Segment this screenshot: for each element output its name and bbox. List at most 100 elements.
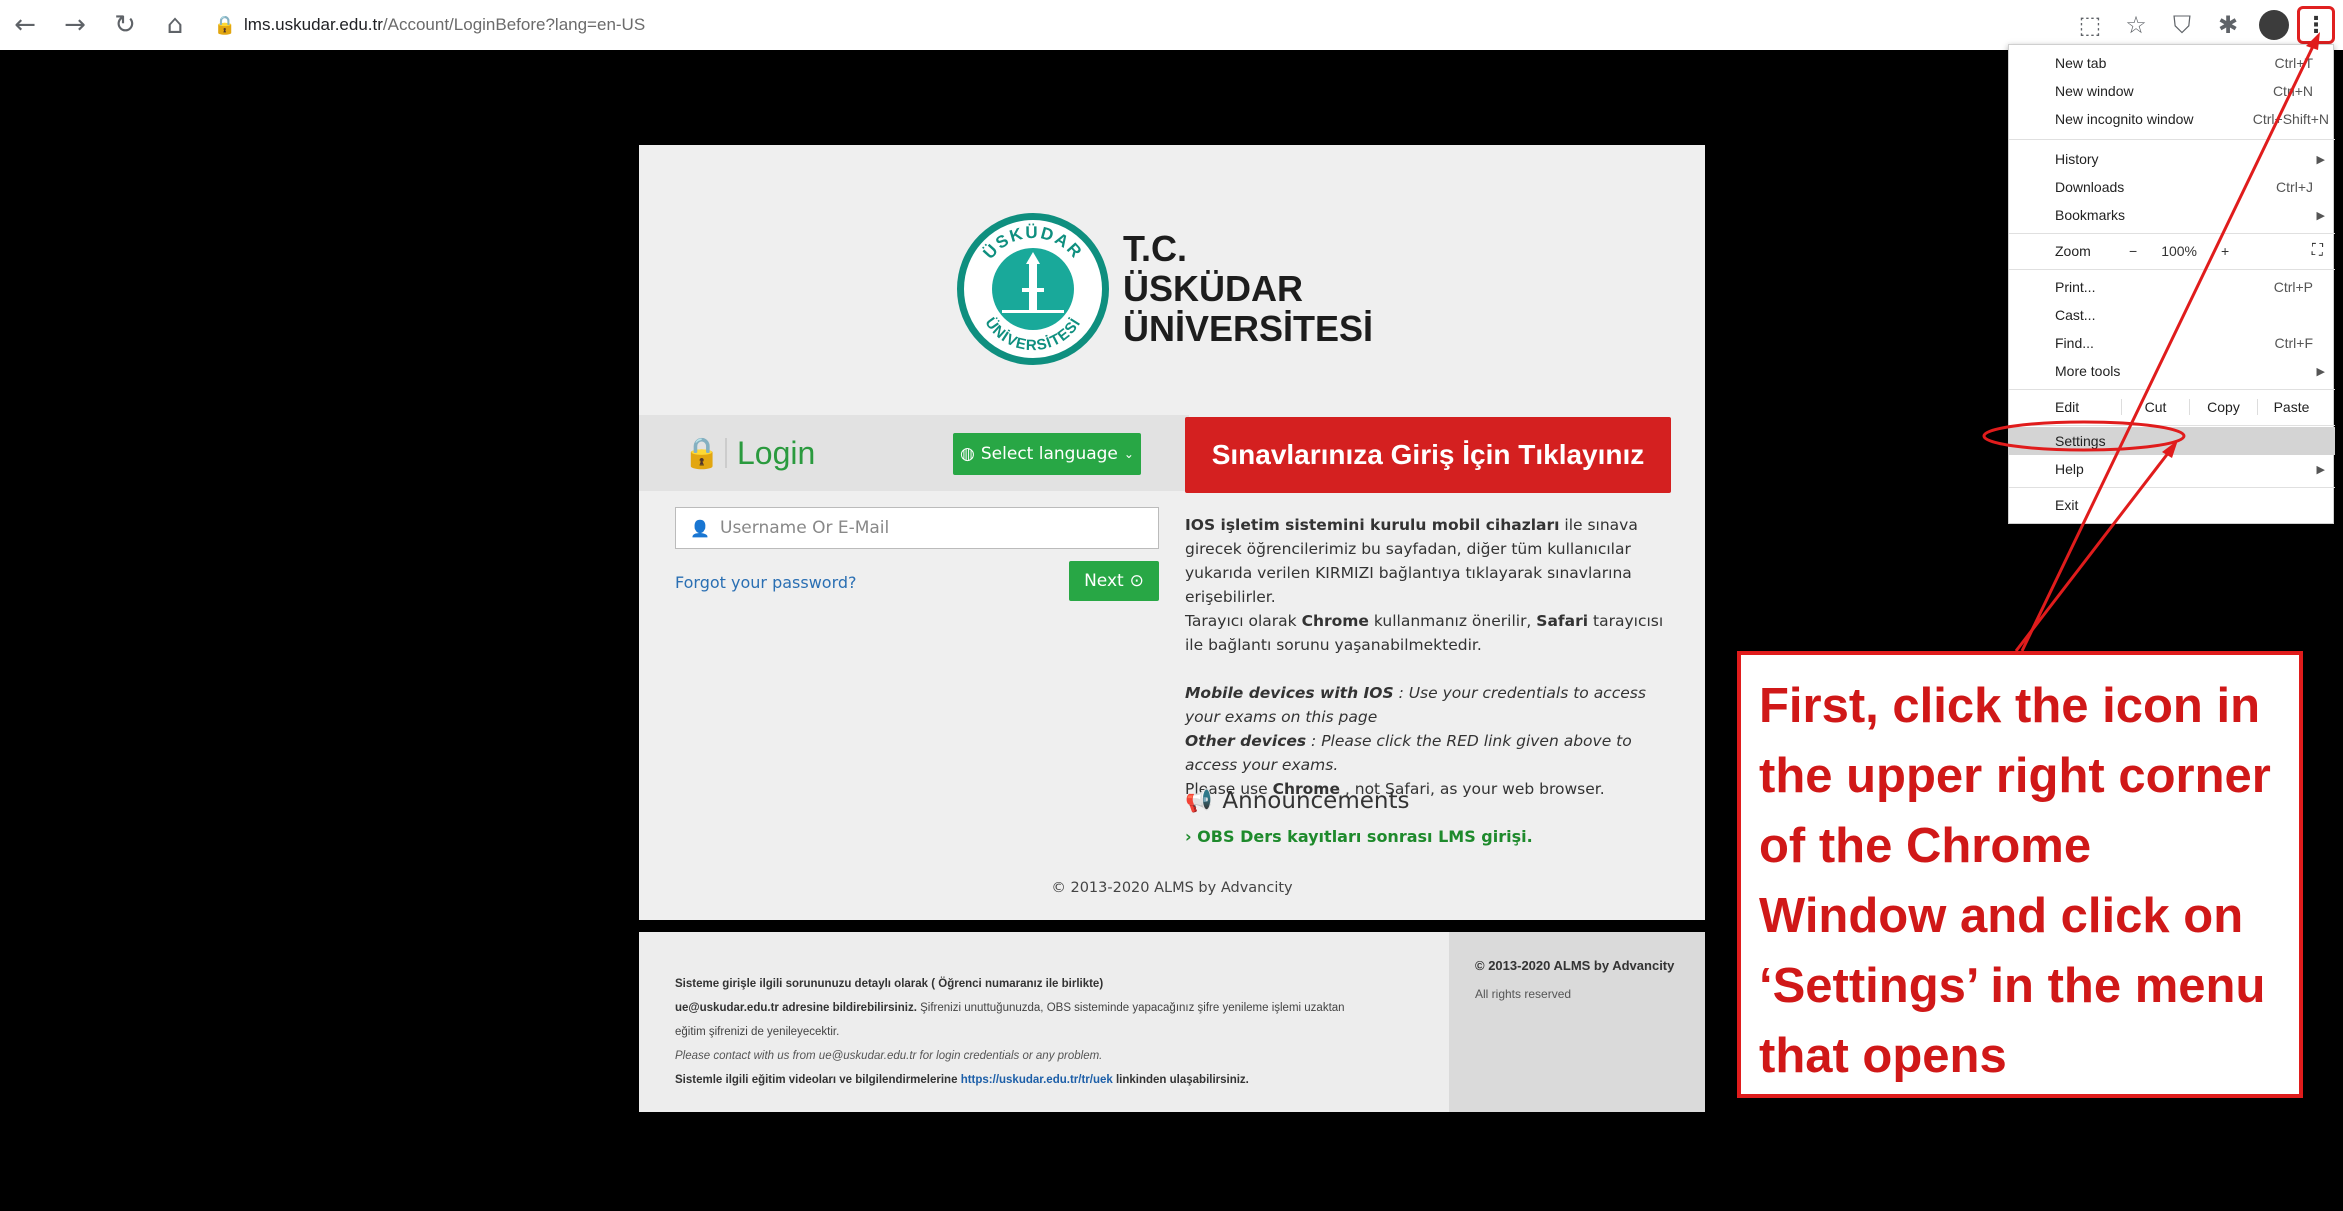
username-field[interactable]: 👤 <box>675 507 1159 549</box>
info-bold: Mobile devices with IOS <box>1185 684 1394 702</box>
toolbar-right: ⬚ ☆ ⛉ ✱ ⋮ <box>2067 0 2343 50</box>
menu-item-exit[interactable]: Exit <box>2009 491 2335 519</box>
next-button[interactable]: Next ⊙ <box>1069 561 1159 601</box>
footer-email-bold: ue@uskudar.edu.tr adresine bildirebilirs… <box>675 1002 917 1014</box>
user-icon: 👤 <box>690 518 710 538</box>
menu-label: History <box>2055 151 2099 167</box>
card-copyright: © 2013-2020 ALMS by Advancity <box>1051 880 1293 896</box>
info-text-span: kullanmanız önerilir, <box>1368 612 1537 630</box>
copy-button[interactable]: Copy <box>2189 399 2257 415</box>
chrome-menu-kebab-icon[interactable]: ⋮ <box>2297 6 2335 44</box>
info-bold: Safari <box>1536 612 1589 630</box>
menu-label: New window <box>2055 83 2134 99</box>
zoom-in-button[interactable]: + <box>2221 243 2229 259</box>
paste-button[interactable]: Paste <box>2257 399 2325 415</box>
announcement-link[interactable]: › OBS Ders kayıtları sonrası LMS girişi. <box>1185 827 1533 846</box>
edit-controls: Cut Copy Paste <box>2121 399 2325 415</box>
menu-label: Find... <box>2055 335 2094 351</box>
menu-label: More tools <box>2055 363 2121 379</box>
menu-item-help[interactable]: Help ▶ <box>2009 455 2335 483</box>
menu-item-new-window[interactable]: New window Ctrl+N <box>2009 77 2335 105</box>
menu-item-new-incognito[interactable]: New incognito window Ctrl+Shift+N <box>2009 105 2335 133</box>
site-footer: Sisteme girişle ilgili sorununuzu detayl… <box>639 932 1705 1112</box>
menu-shortcut: Ctrl+T <box>2274 55 2314 71</box>
url-path: /Account/LoginBefore?lang=en-US <box>382 15 646 34</box>
info-text: IOS işletim sistemini kurulu mobil cihaz… <box>1185 513 1685 801</box>
select-language-button[interactable]: ◍ Select language ⌄ <box>953 433 1141 475</box>
footer-line-1: Sisteme girişle ilgili sorununuzu detayl… <box>675 978 1104 990</box>
footer-line-3: eğitim şifrenizi de yenileyecektir. <box>675 1026 840 1038</box>
zoom-controls: − 100% + <box>2129 243 2229 259</box>
logo-line-2: ÜSKÜDAR <box>1123 268 1303 309</box>
menu-label: Settings <box>2055 433 2106 449</box>
back-arrow-icon[interactable]: ← <box>0 0 50 50</box>
chrome-menu: New tab Ctrl+T New window Ctrl+N New incog… <box>2008 44 2335 524</box>
footer-text: linkinden ulaşabilirsiniz. <box>1112 1074 1249 1086</box>
footer-uek-link[interactable]: https://uskudar.edu.tr/tr/uek <box>961 1074 1113 1086</box>
logo-line-3: ÜNİVERSİTESİ <box>1123 308 1374 349</box>
menu-label: Cast... <box>2055 307 2096 323</box>
address-bar[interactable]: lms.uskudar.edu.tr/Account/LoginBefore?l… <box>244 15 645 35</box>
info-paragraph-en-2: Other devices : Please click the RED lin… <box>1185 729 1685 777</box>
login-header: 🔒 Login ◍ Select language ⌄ <box>639 415 1189 491</box>
announcement-link-text: OBS Ders kayıtları sonrası LMS girişi. <box>1197 827 1533 846</box>
fullscreen-icon[interactable]: ⛶ <box>2312 242 2323 260</box>
home-icon[interactable]: ⌂ <box>150 0 200 50</box>
menu-shortcut: Ctrl+F <box>2274 335 2314 351</box>
menu-item-find[interactable]: Find... Ctrl+F <box>2009 329 2335 357</box>
zoom-out-button[interactable]: − <box>2129 243 2137 259</box>
select-language-label: Select language <box>980 444 1118 464</box>
university-seal: ÜSKÜDAR ÜNİVERSİTESİ <box>957 213 1109 365</box>
info-bold: Chrome <box>1301 612 1369 630</box>
menu-separator <box>2009 425 2335 426</box>
instruction-callout: First, click the icon in the upper right… <box>1737 651 2303 1098</box>
puzzle-icon[interactable]: ✱ <box>2205 0 2251 50</box>
username-input[interactable] <box>720 518 1140 538</box>
submenu-arrow-icon: ▶ <box>2316 463 2325 476</box>
menu-item-settings[interactable]: Settings <box>2009 427 2335 455</box>
menu-separator <box>2009 487 2335 488</box>
info-bold: IOS işletim sistemini kurulu mobil cihaz… <box>1185 516 1560 534</box>
menu-item-more-tools[interactable]: More tools ▶ <box>2009 357 2335 385</box>
footer-rights: All rights reserved <box>1475 987 1572 1001</box>
profile-avatar[interactable] <box>2251 0 2297 50</box>
university-name: T.C. ÜSKÜDAR ÜNİVERSİTESİ <box>1123 229 1373 349</box>
extension-icon[interactable]: ⬚ <box>2067 0 2113 50</box>
lock-icon: 🔒 <box>683 435 721 471</box>
footer-line-4: Please contact with us from ue@uskudar.e… <box>675 1050 1103 1062</box>
menu-item-bookmarks[interactable]: Bookmarks ▶ <box>2009 201 2335 229</box>
arrow-circle-right-icon: ⊙ <box>1129 571 1144 591</box>
menu-item-edit: Edit Cut Copy Paste <box>2009 393 2335 421</box>
reload-icon[interactable]: ↻ <box>100 0 150 50</box>
cut-button[interactable]: Cut <box>2121 399 2189 415</box>
menu-separator <box>2009 233 2335 234</box>
menu-item-history[interactable]: History ▶ <box>2009 145 2335 173</box>
menu-label: Edit <box>2055 399 2080 415</box>
next-label: Next <box>1084 571 1124 591</box>
globe-icon: ◍ <box>960 444 975 464</box>
bookmark-star-icon[interactable]: ☆ <box>2113 0 2159 50</box>
menu-item-cast[interactable]: Cast... <box>2009 301 2335 329</box>
zoom-value: 100% <box>2161 243 2197 259</box>
menu-item-print[interactable]: Print... Ctrl+P <box>2009 273 2335 301</box>
menu-item-new-tab[interactable]: New tab Ctrl+T <box>2009 49 2335 77</box>
forward-arrow-icon[interactable]: → <box>50 0 100 50</box>
lock-icon[interactable]: 🔒 <box>212 15 238 36</box>
footer-line-5: Sistemle ilgili eğitim videoları ve bilg… <box>675 1068 1435 1092</box>
info-text-span: Tarayıcı olarak <box>1185 612 1302 630</box>
exam-login-button[interactable]: Sınavlarınıza Giriş İçin Tıklayınız <box>1185 417 1671 493</box>
submenu-arrow-icon: ▶ <box>2316 209 2325 222</box>
footer-line-2: ue@uskudar.edu.tr adresine bildirebilirs… <box>675 996 1435 1020</box>
submenu-arrow-icon: ▶ <box>2316 365 2325 378</box>
login-card: ÜSKÜDAR ÜNİVERSİTESİ T.C. ÜSKÜDAR ÜNİVER… <box>639 145 1705 920</box>
menu-separator <box>2009 139 2335 140</box>
divider <box>725 438 727 468</box>
submenu-arrow-icon: ▶ <box>2316 153 2325 166</box>
menu-label: Print... <box>2055 279 2096 295</box>
forgot-password-link[interactable]: Forgot your password? <box>675 573 857 592</box>
menu-item-downloads[interactable]: Downloads Ctrl+J <box>2009 173 2335 201</box>
menu-shortcut: Ctrl+Shift+N <box>2252 111 2329 127</box>
announcements-heading: 📢 Announcements <box>1185 788 1409 814</box>
footer-text: Şifrenizi unuttuğunuzda, OBS sisteminde … <box>916 1002 1345 1014</box>
shield-icon[interactable]: ⛉ <box>2159 0 2205 50</box>
